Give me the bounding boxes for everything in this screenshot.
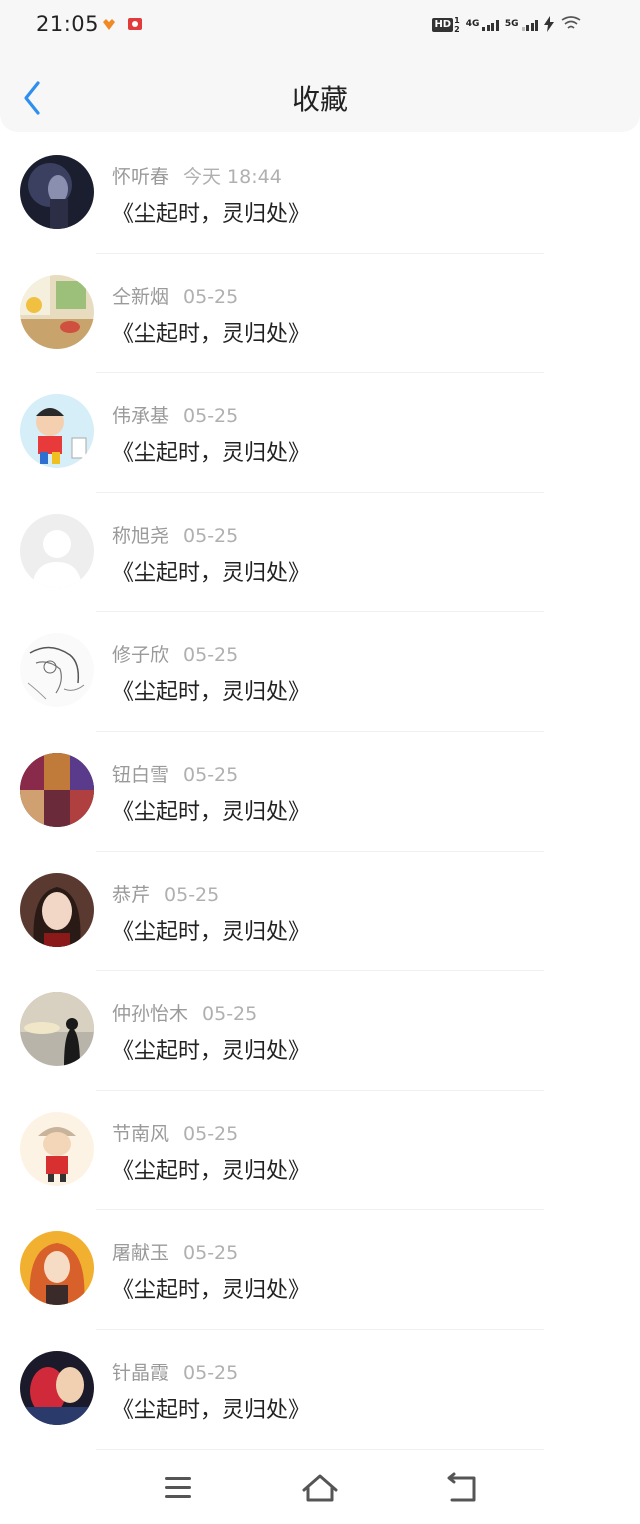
item-title: 《尘起时，灵归处》 <box>112 1158 311 1184</box>
favorite-date: 05-25 <box>202 1003 258 1026</box>
item-title: 《尘起时，灵归处》 <box>112 1039 311 1065</box>
charging-icon <box>544 15 554 35</box>
avatar[interactable] <box>20 1111 94 1186</box>
favorites-screen: 21:05 HD 1 2 4G 5G 收藏 怀听春 今天 18:44 《尘起时，… <box>0 0 640 1524</box>
list-item[interactable]: 节南风 05-25 《尘起时，灵归处》 <box>0 1091 640 1211</box>
user-name: 怀听春 <box>112 166 170 188</box>
list-item[interactable]: 修子欣 05-25 《尘起时，灵归处》 <box>0 612 640 732</box>
avatar[interactable] <box>20 752 94 827</box>
avatar[interactable] <box>20 872 94 947</box>
user-name: 伟承基 <box>112 405 170 428</box>
favorite-date: 05-25 <box>183 644 239 667</box>
user-name: 仲孙怡木 <box>112 1003 189 1026</box>
user-name: 恭芹 <box>112 883 151 906</box>
divider <box>96 1448 544 1450</box>
favorite-date: 05-25 <box>183 1122 239 1145</box>
hd-badge: HD 1 2 <box>432 16 460 34</box>
list-item[interactable]: 仲孙怡木 05-25 《尘起时，灵归处》 <box>0 971 640 1091</box>
item-title: 《尘起时，灵归处》 <box>112 202 311 227</box>
item-title: 《尘起时，灵归处》 <box>112 321 311 347</box>
user-name: 钮白雪 <box>112 763 170 786</box>
avatar[interactable] <box>20 992 94 1067</box>
item-title: 《尘起时，灵归处》 <box>112 1397 311 1423</box>
app-header: 收藏 <box>0 50 640 132</box>
item-title: 《尘起时，灵归处》 <box>112 680 311 706</box>
item-title: 《尘起时，灵归处》 <box>112 441 311 467</box>
system-nav-bar <box>0 1452 640 1524</box>
favorite-date: 05-25 <box>183 1361 239 1384</box>
avatar[interactable] <box>20 1350 94 1425</box>
list-item[interactable]: 针晶霞 05-25 《尘起时，灵归处》 <box>0 1330 640 1450</box>
list-item[interactable]: 钮白雪 05-25 《尘起时，灵归处》 <box>0 732 640 852</box>
item-title: 《尘起时，灵归处》 <box>112 919 311 945</box>
back-icon <box>447 1472 476 1502</box>
item-title: 《尘起时，灵归处》 <box>112 1278 311 1304</box>
page-title: 收藏 <box>291 83 348 116</box>
avatar[interactable] <box>20 155 94 229</box>
user-name: 称旭尧 <box>112 524 170 547</box>
avatar[interactable] <box>20 633 94 708</box>
user-name: 屠献玉 <box>112 1242 170 1265</box>
user-name: 针晶霞 <box>112 1361 170 1384</box>
status-bar: 21:05 HD 1 2 4G 5G <box>0 0 640 50</box>
menu-button[interactable] <box>158 1470 198 1506</box>
list-item[interactable]: 怀听春 今天 18:44 《尘起时，灵归处》 <box>0 134 640 254</box>
home-icon <box>302 1474 338 1502</box>
home-button[interactable] <box>300 1470 340 1506</box>
list-item[interactable]: 称旭尧 05-25 《尘起时，灵归处》 <box>0 493 640 613</box>
wifi-icon <box>560 15 582 36</box>
avatar[interactable] <box>20 394 94 469</box>
favorite-date: 05-25 <box>183 524 239 547</box>
favorite-date: 05-25 <box>164 883 220 906</box>
favorite-date: 05-25 <box>183 285 239 308</box>
menu-icon <box>165 1477 191 1498</box>
user-name: 修子欣 <box>112 644 170 667</box>
avatar[interactable] <box>20 274 94 349</box>
list-item[interactable]: 伟承基 05-25 《尘起时，灵归处》 <box>0 373 640 493</box>
signal-icon: 5G <box>505 19 538 31</box>
status-indicators: HD 1 2 4G 5G <box>432 12 582 38</box>
item-title: 《尘起时，灵归处》 <box>112 560 311 586</box>
list-item[interactable]: 屠献玉 05-25 《尘起时，灵归处》 <box>0 1210 640 1330</box>
favorite-date: 今天 18:44 <box>183 166 282 188</box>
avatar[interactable] <box>20 513 94 588</box>
favorite-date: 05-25 <box>183 1242 239 1265</box>
avatar[interactable] <box>20 1231 94 1306</box>
favorites-list: 怀听春今天 18:44 《尘起时，灵归处》 仝新烟05-25 《尘起时，灵归 <box>0 134 640 1450</box>
list-item[interactable]: 恭芹 05-25 《尘起时，灵归处》 <box>0 852 640 972</box>
signal-icon: 4G <box>466 19 499 31</box>
status-time: 21:05 <box>36 12 100 36</box>
back-nav-button[interactable] <box>442 1470 482 1506</box>
heart-app-icon <box>101 16 117 32</box>
item-title: 《尘起时，灵归处》 <box>112 799 311 825</box>
favorite-date: 05-25 <box>183 405 239 428</box>
user-name: 节南风 <box>112 1122 170 1145</box>
favorite-date: 05-25 <box>183 763 239 786</box>
gift-app-icon <box>127 16 143 32</box>
list-item[interactable]: 仝新烟 05-25 《尘起时，灵归处》 <box>0 254 640 374</box>
user-name: 仝新烟 <box>112 285 170 308</box>
